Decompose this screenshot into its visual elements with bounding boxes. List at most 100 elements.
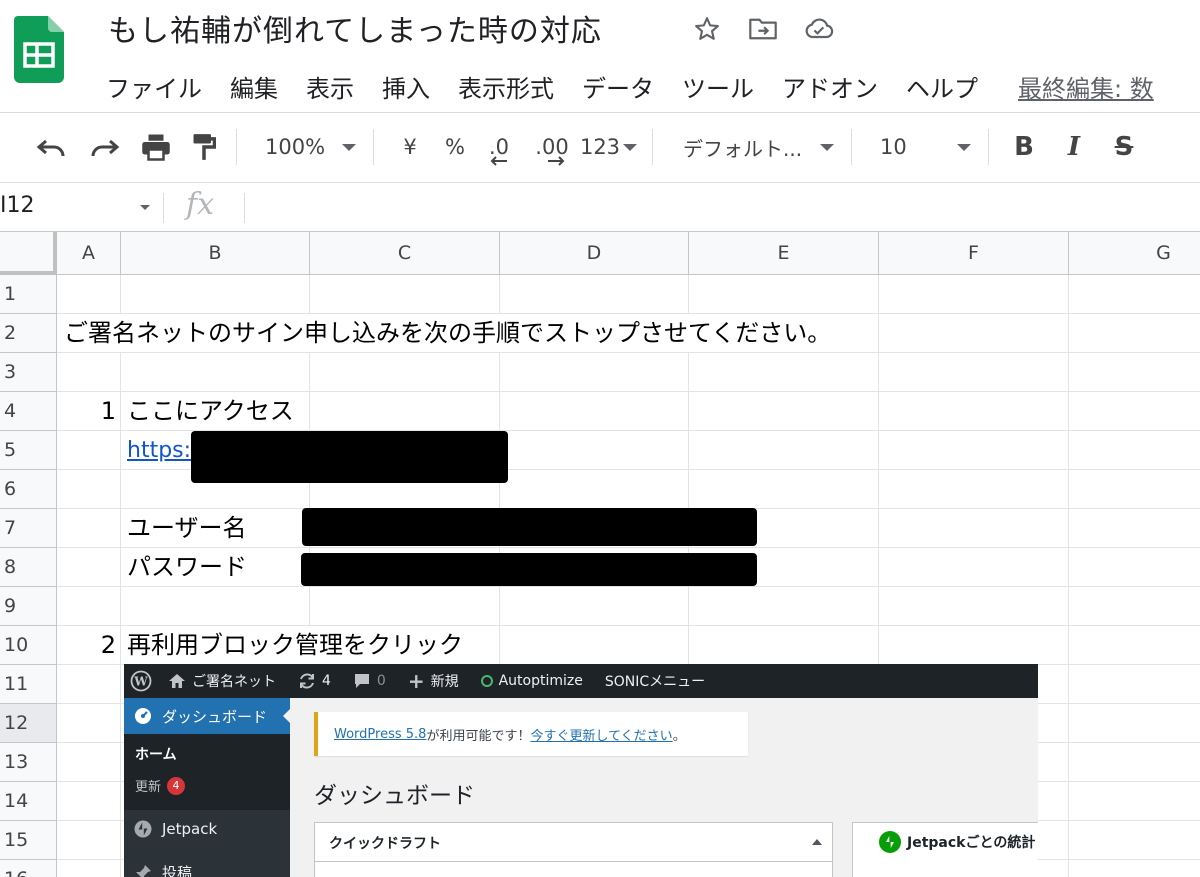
- cloud-saved-icon[interactable]: [802, 12, 836, 46]
- menu-view[interactable]: 表示: [306, 69, 354, 104]
- wp-autoptimize-label: Autoptimize: [498, 673, 583, 689]
- formula-divider: [244, 193, 245, 223]
- zoom-dropdown-icon[interactable]: [339, 127, 359, 167]
- cell-b4[interactable]: ここにアクセス: [127, 392, 294, 431]
- cell-b7[interactable]: ユーザー名: [127, 509, 247, 548]
- row-header-10[interactable]: 10: [0, 626, 57, 665]
- embedded-screenshot-image[interactable]: W ご署名ネット 4 0 + 新規 Autoptimize SONICメニュー …: [124, 664, 1038, 877]
- cell-a4[interactable]: 1: [58, 392, 116, 431]
- wp-jetpack-stats-panel: Jetpackごとの統計: [852, 822, 1038, 877]
- collapse-caret-icon: [812, 839, 822, 845]
- formula-input[interactable]: [256, 189, 1186, 225]
- wp-sonic-menu: SONICメニュー: [604, 674, 706, 690]
- print-icon[interactable]: [136, 127, 176, 167]
- cell-b5-link[interactable]: https:/: [127, 431, 198, 470]
- menu-help[interactable]: ヘルプ: [906, 69, 978, 104]
- cell-a10[interactable]: 2: [58, 626, 116, 665]
- row-header-4[interactable]: 4: [0, 392, 57, 431]
- wp-autoptimize-link: Autoptimize: [480, 673, 583, 689]
- font-family-select[interactable]: デフォルト...: [683, 127, 813, 167]
- menu-format[interactable]: 表示形式: [458, 69, 554, 104]
- cell-b8[interactable]: パスワード: [127, 548, 247, 587]
- row-header-12[interactable]: 12: [0, 704, 57, 743]
- row-header-5[interactable]: 5: [0, 431, 57, 470]
- toolbar-divider: [373, 129, 374, 165]
- font-size-dropdown-icon[interactable]: [954, 127, 974, 167]
- wp-updates-badge: 4: [167, 776, 186, 795]
- menu-file[interactable]: ファイル: [106, 69, 202, 104]
- arrow-right-icon: [548, 156, 565, 166]
- document-title[interactable]: もし祐輔が倒れてしまった時の対応: [108, 6, 602, 50]
- menu-edit[interactable]: 編集: [230, 69, 278, 104]
- row-header-8[interactable]: 8: [0, 548, 57, 587]
- font-dropdown-icon[interactable]: [817, 127, 837, 167]
- column-header-c[interactable]: C: [310, 232, 500, 275]
- svg-text:W: W: [133, 675, 148, 689]
- panel-divider: [315, 861, 832, 862]
- bold-button[interactable]: B: [1009, 127, 1039, 167]
- comment-icon: [354, 674, 369, 688]
- wp-quick-draft-panel: クイックドラフト: [314, 822, 833, 877]
- menu-data[interactable]: データ: [582, 69, 654, 104]
- column-header-b[interactable]: B: [121, 232, 310, 275]
- gridline: [1068, 275, 1069, 877]
- more-formats-button[interactable]: 123: [580, 127, 620, 167]
- redo-icon[interactable]: [84, 127, 124, 167]
- redacted-url: [191, 431, 508, 483]
- wp-menu-jetpack-label: Jetpack: [162, 820, 218, 838]
- status-dot-icon: [480, 675, 493, 687]
- last-edit-link[interactable]: 最終編集: 数: [1018, 69, 1154, 104]
- menu-tools[interactable]: ツール: [682, 69, 754, 104]
- zoom-value[interactable]: 100%: [265, 127, 325, 167]
- wp-submenu-updates: 更新 4: [135, 776, 186, 795]
- row-header-15[interactable]: 15: [0, 821, 57, 860]
- row-header-11[interactable]: 11: [0, 665, 57, 704]
- undo-icon[interactable]: [32, 127, 72, 167]
- wp-page-heading: ダッシュボード: [314, 783, 475, 809]
- select-all-corner[interactable]: [0, 232, 57, 275]
- column-header-a[interactable]: A: [57, 232, 121, 275]
- wp-version-link: WordPress 5.8: [334, 726, 427, 742]
- refresh-icon: [300, 673, 314, 689]
- column-header-g[interactable]: G: [1069, 232, 1200, 275]
- paint-format-icon[interactable]: [186, 127, 222, 167]
- move-to-folder-icon[interactable]: [746, 12, 780, 46]
- row-header-2[interactable]: 2: [0, 314, 57, 353]
- currency-format-button[interactable]: ¥: [398, 127, 422, 167]
- wp-submenu-home: ホーム: [135, 747, 177, 763]
- cell-b10[interactable]: 再利用ブロック管理をクリック: [127, 626, 463, 665]
- name-box-dropdown-icon[interactable]: [140, 205, 150, 210]
- font-size-select[interactable]: 10: [880, 127, 940, 167]
- wp-comments-link: 0: [353, 673, 386, 689]
- jetpack-icon: [134, 820, 152, 838]
- column-header-f[interactable]: F: [879, 232, 1069, 275]
- menu-insert[interactable]: 挿入: [382, 69, 430, 104]
- cell-a2[interactable]: ご署名ネットのサイン申し込みを次の手順でストップさせてください。: [64, 314, 831, 353]
- wp-jetpack-stats-title: Jetpackごとの統計: [879, 831, 1035, 853]
- percent-format-button[interactable]: %: [440, 127, 470, 167]
- wp-notice-end: 。: [672, 728, 686, 744]
- increase-decimal-button[interactable]: .00: [534, 127, 570, 167]
- row-header-9[interactable]: 9: [0, 587, 57, 626]
- row-header-6[interactable]: 6: [0, 470, 57, 509]
- wp-admin-bar: W ご署名ネット 4 0 + 新規 Autoptimize SONICメニュー: [124, 664, 1038, 698]
- google-sheets-logo[interactable]: [14, 16, 64, 83]
- row-header-13[interactable]: 13: [0, 743, 57, 782]
- italic-button[interactable]: I: [1059, 127, 1089, 167]
- row-header-3[interactable]: 3: [0, 353, 57, 392]
- arrow-left-icon: [490, 156, 507, 166]
- menu-bar: ファイル 編集 表示 挿入 表示形式 データ ツール アドオン ヘルプ 最終編集…: [106, 66, 1182, 106]
- column-header-e[interactable]: E: [689, 232, 879, 275]
- row-header-7[interactable]: 7: [0, 509, 57, 548]
- row-header-16[interactable]: 16: [0, 860, 57, 877]
- star-icon[interactable]: [690, 12, 724, 46]
- strikethrough-button[interactable]: S: [1109, 127, 1139, 167]
- name-box[interactable]: I12: [0, 193, 34, 218]
- decrease-decimal-button[interactable]: .0: [484, 127, 514, 167]
- more-formats-dropdown-icon[interactable]: [622, 127, 638, 167]
- wp-menu-jetpack: Jetpack: [134, 820, 217, 838]
- menu-addons[interactable]: アドオン: [782, 69, 878, 104]
- column-header-d[interactable]: D: [500, 232, 689, 275]
- row-header-14[interactable]: 14: [0, 782, 57, 821]
- row-header-1[interactable]: 1: [0, 275, 57, 314]
